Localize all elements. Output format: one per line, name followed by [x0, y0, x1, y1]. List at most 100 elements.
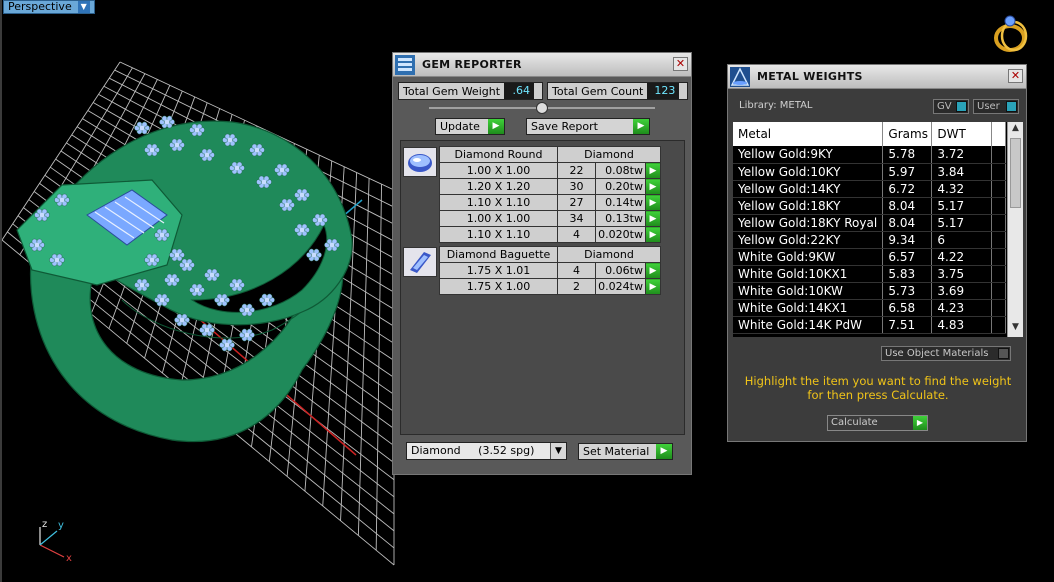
use-object-materials-toggle[interactable]: Use Object Materials	[881, 346, 1011, 361]
gem-total-weight: 0.06tw	[595, 262, 646, 279]
update-button-label: Update	[440, 120, 480, 133]
gem-reporter-title: GEM REPORTER	[422, 58, 522, 71]
splitter-knob[interactable]	[536, 102, 548, 114]
gv-toggle[interactable]: GV	[933, 99, 969, 114]
go-arrow-icon[interactable]: ▶	[644, 178, 662, 195]
column-header-dwt[interactable]: DWT	[931, 122, 993, 146]
metal-table-row[interactable]: White Gold:14KX1 6.58 4.23	[733, 299, 1006, 317]
gem-total-weight: 0.13tw	[595, 210, 646, 227]
go-arrow-icon[interactable]: ▶	[644, 210, 662, 227]
baguette-diamond-icon[interactable]	[403, 247, 437, 277]
metal-table-row[interactable]: Yellow Gold:22KY 9.34 6	[733, 231, 1006, 249]
scroll-down-icon[interactable]: ▼	[1008, 322, 1023, 336]
metal-table: Metal Grams DWT Yellow Gold:9KY 5.78 3.72 Y…	[733, 122, 1006, 334]
scroll-up-icon[interactable]: ▲	[1008, 123, 1023, 137]
metal-cell-grams: 5.97	[882, 163, 933, 181]
metal-table-row[interactable]: Yellow Gold:9KY 5.78 3.72	[733, 146, 1006, 164]
metal-table-header: Metal Grams DWT	[733, 122, 1006, 146]
chevron-down-icon[interactable]: ▼	[550, 443, 566, 459]
metal-cell-metal: White Gold:9KW	[733, 248, 884, 266]
go-arrow-icon: ▶	[488, 119, 504, 134]
metal-cell-dwt: 3.75	[931, 265, 993, 283]
metal-cell-metal: White Gold:14K PdW	[733, 316, 884, 334]
metal-cell-metal: Yellow Gold:10KY	[733, 163, 884, 181]
metal-weights-title: METAL WEIGHTS	[757, 70, 863, 83]
set-material-button[interactable]: Set Material ▶	[578, 443, 673, 460]
metal-cell-grams: 5.73	[882, 282, 933, 300]
gem-size: 1.10 X 1.10	[439, 194, 558, 211]
gem-total-weight: 0.024tw	[595, 278, 646, 295]
metal-table-row[interactable]: White Gold:10KW 5.73 3.69	[733, 282, 1006, 300]
gem-row[interactable]: 1.20 X 1.20 30 0.20tw ▶	[439, 178, 662, 195]
metal-weights-titlebar[interactable]: METAL WEIGHTS ✕	[728, 65, 1026, 89]
metal-cell-metal: Yellow Gold:18KY Royal	[733, 214, 884, 232]
metal-cell-dwt: 5.17	[931, 197, 993, 215]
metal-table-row[interactable]: White Gold:10KX1 5.83 3.75	[733, 265, 1006, 283]
row-spacer	[991, 248, 1006, 266]
gem-row[interactable]: 1.10 X 1.10 27 0.14tw ▶	[439, 194, 662, 211]
metal-table-row[interactable]: White Gold:14K PdW 7.51 4.83	[733, 316, 1006, 334]
material-select-value: Diamond (3.52 spg)	[411, 444, 535, 457]
gem-row[interactable]: 1.75 X 1.00 2 0.024tw ▶	[439, 278, 662, 295]
instruction-text: Highlight the item you want to find the …	[744, 374, 1012, 402]
metal-table-scrollbar[interactable]: ▲ ▼	[1007, 122, 1023, 337]
gem-row[interactable]: 1.00 X 1.00 34 0.13tw ▶	[439, 210, 662, 227]
gem-reporter-close-button[interactable]: ✕	[673, 57, 688, 71]
gem-count: 4	[556, 262, 597, 279]
metal-weights-panel: METAL WEIGHTS ✕ Library: METAL GV User M…	[727, 64, 1027, 442]
metal-cell-grams: 6.58	[882, 299, 933, 317]
save-report-button[interactable]: Save Report ▶	[526, 118, 650, 135]
row-spacer	[991, 146, 1006, 164]
user-toggle[interactable]: User	[973, 99, 1019, 114]
metal-table-row[interactable]: Yellow Gold:14KY 6.72 4.32	[733, 180, 1006, 198]
go-arrow-icon[interactable]: ▶	[644, 278, 662, 295]
metal-table-row[interactable]: Yellow Gold:18KY Royal 8.04 5.17	[733, 214, 1006, 232]
material-select[interactable]: Diamond (3.52 spg) ▼	[406, 442, 567, 460]
total-gem-weight: Total Gem Weight .64	[398, 82, 543, 100]
metal-cell-metal: White Gold:10KX1	[733, 265, 884, 283]
metal-cell-metal: Yellow Gold:18KY	[733, 197, 884, 215]
go-arrow-icon[interactable]: ▶	[644, 262, 662, 279]
gem-row[interactable]: 1.10 X 1.10 4 0.020tw ▶	[439, 226, 662, 243]
go-arrow-icon[interactable]: ▶	[644, 194, 662, 211]
gem-shape-label: Diamond Baguette	[439, 246, 558, 263]
gem-total-weight: 0.20tw	[595, 178, 646, 195]
gem-stone-icon	[239, 328, 255, 342]
gem-group-table: Diamond Baguette Diamond 1.75 X 1.01 4 0…	[439, 246, 662, 295]
go-arrow-icon[interactable]: ▶	[644, 226, 662, 243]
gem-row[interactable]: 1.00 X 1.00 22 0.08tw ▶	[439, 162, 662, 179]
metal-table-row[interactable]: Yellow Gold:18KY 8.04 5.17	[733, 197, 1006, 215]
scroll-thumb[interactable]	[1010, 138, 1021, 208]
gem-stone-icon	[134, 121, 150, 135]
library-label: Library: METAL	[739, 100, 813, 111]
toggle-switch-icon	[1006, 101, 1017, 112]
round-diamond-icon[interactable]	[403, 147, 437, 177]
gem-size: 1.20 X 1.20	[439, 178, 558, 195]
row-spacer	[991, 282, 1006, 300]
calculate-button[interactable]: Calculate ▶	[827, 415, 928, 431]
metal-table-row[interactable]: Yellow Gold:10KY 5.97 3.84	[733, 163, 1006, 181]
metal-cell-dwt: 4.23	[931, 299, 993, 317]
gem-reporter-titlebar[interactable]: GEM REPORTER ✕	[393, 53, 691, 77]
metal-table-row[interactable]: White Gold:9KW 6.57 4.22	[733, 248, 1006, 266]
metal-cell-grams: 7.51	[882, 316, 933, 334]
gem-row[interactable]: 1.75 X 1.01 4 0.06tw ▶	[439, 262, 662, 279]
ring-logo-icon[interactable]	[992, 12, 1032, 56]
row-spacer	[991, 214, 1006, 232]
go-arrow-icon: ▶	[913, 416, 927, 430]
axis-triad: z y x	[39, 519, 72, 564]
gem-material-label: Diamond	[557, 146, 661, 163]
metal-weights-close-button[interactable]: ✕	[1008, 69, 1023, 83]
metal-cell-dwt: 5.17	[931, 214, 993, 232]
column-header-grams[interactable]: Grams	[882, 122, 933, 146]
go-arrow-icon[interactable]: ▶	[644, 162, 662, 179]
metal-cell-dwt: 3.84	[931, 163, 993, 181]
gem-count: 34	[556, 210, 597, 227]
total-gem-weight-value: .64	[504, 83, 535, 99]
gem-count: 4	[556, 226, 597, 243]
gem-size: 1.75 X 1.01	[439, 262, 558, 279]
metal-cell-dwt: 4.32	[931, 180, 993, 198]
gem-count: 2	[556, 278, 597, 295]
column-header-metal[interactable]: Metal	[733, 122, 884, 146]
update-button[interactable]: Update ▶	[435, 118, 505, 135]
